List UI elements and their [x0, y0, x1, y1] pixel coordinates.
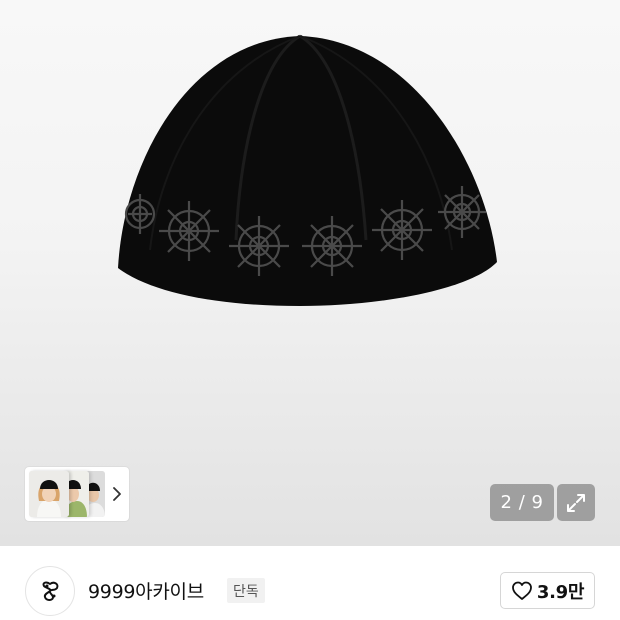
- heart-icon: [511, 581, 532, 600]
- exclusive-badge: 단독: [227, 578, 265, 603]
- like-button[interactable]: 3.9만: [500, 572, 595, 609]
- thumbnail-model-front[interactable]: [29, 471, 69, 517]
- brand-logo-icon: [42, 581, 59, 601]
- brand-name-link[interactable]: 9999아카이브: [88, 577, 204, 604]
- thumbnail-next-button[interactable]: [108, 480, 126, 508]
- page-indicator: 2 / 9: [490, 484, 554, 521]
- thumbnail-strip: [25, 467, 129, 521]
- expand-icon: [567, 493, 585, 512]
- product-image-gallery[interactable]: 2 / 9: [0, 0, 620, 546]
- like-count: 3.9만: [536, 581, 585, 603]
- brand-bar: 9999아카이브 단독 3.9만: [0, 546, 620, 620]
- brand-logo[interactable]: [25, 566, 75, 616]
- expand-button[interactable]: [557, 484, 595, 521]
- chevron-right-icon: [113, 487, 121, 501]
- product-image: [118, 34, 497, 306]
